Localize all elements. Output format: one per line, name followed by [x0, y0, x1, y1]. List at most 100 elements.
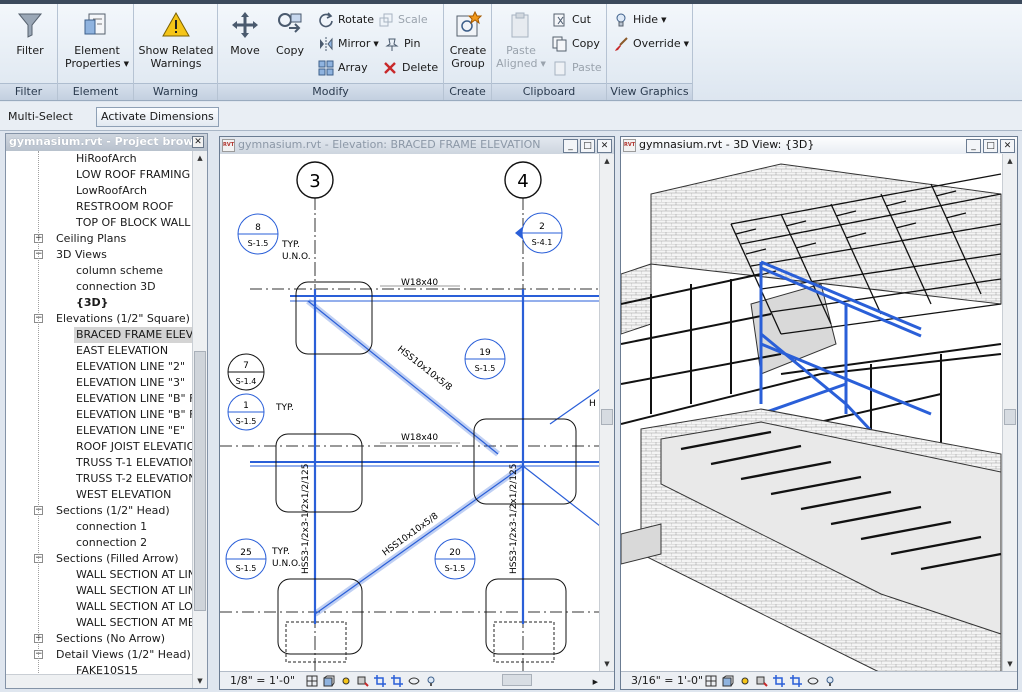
- crop-view-icon[interactable]: [374, 675, 386, 687]
- scroll-up-icon[interactable]: ▲: [600, 154, 614, 168]
- 3d-vertical-scrollbar[interactable]: ▲ ▼: [1002, 154, 1017, 671]
- view-scale[interactable]: 1/8" = 1'-0": [230, 672, 295, 689]
- tree-item[interactable]: column scheme: [74, 263, 165, 279]
- crop-region-icon[interactable]: [391, 675, 403, 687]
- close-button[interactable]: ✕: [1000, 139, 1015, 153]
- filter-button[interactable]: Filter: [8, 10, 52, 57]
- tree-item[interactable]: HiRoofArch: [74, 151, 139, 167]
- copy-button[interactable]: Copy: [270, 10, 310, 57]
- array-button[interactable]: Array: [318, 58, 368, 78]
- tree-item[interactable]: BRACED FRAME ELEVA: [74, 327, 192, 343]
- tree-item[interactable]: WALL SECTION AT LIN: [74, 583, 192, 599]
- tree-category[interactable]: Sections (1/2" Head): [54, 503, 172, 519]
- callout-19[interactable]: 19 S-1.5: [464, 338, 506, 380]
- close-button[interactable]: ✕: [597, 139, 612, 153]
- callout-2-section[interactable]: 2 S-4.1: [515, 212, 563, 254]
- scrollbar-thumb[interactable]: [194, 351, 206, 611]
- tree-item[interactable]: connection 2: [74, 535, 149, 551]
- scrollbar-thumb[interactable]: [1004, 409, 1016, 425]
- mirror-button[interactable]: Mirror ▼: [318, 34, 379, 54]
- callout-20[interactable]: 20 S-1.5: [434, 538, 476, 580]
- tree-item[interactable]: LOW ROOF FRAMING: [74, 167, 192, 183]
- reveal-hidden-icon[interactable]: [824, 675, 836, 687]
- callout-7[interactable]: 7 S-1.4: [227, 353, 265, 391]
- restore-button[interactable]: □: [580, 139, 595, 153]
- visual-style-icon[interactable]: [722, 675, 734, 687]
- tree-category[interactable]: Elevations (1/2" Square): [54, 311, 192, 327]
- delete-button[interactable]: Delete: [382, 58, 438, 78]
- scroll-down-icon[interactable]: ▼: [193, 674, 207, 688]
- detail-level-icon[interactable]: [705, 675, 717, 687]
- minimize-button[interactable]: _: [563, 139, 578, 153]
- visual-style-icon[interactable]: [323, 675, 335, 687]
- tree-item[interactable]: ELEVATION LINE "2": [74, 359, 187, 375]
- restore-button[interactable]: □: [983, 139, 998, 153]
- tree-item[interactable]: RESTROOM ROOF: [74, 199, 176, 215]
- shadows-icon[interactable]: [756, 675, 768, 687]
- tree-item[interactable]: connection 1: [74, 519, 149, 535]
- move-button[interactable]: Move: [226, 10, 264, 57]
- tree-item[interactable]: TRUSS T-2 ELEVATION: [74, 471, 192, 487]
- temp-hide-icon[interactable]: [807, 675, 819, 687]
- crop-view-icon[interactable]: [773, 675, 785, 687]
- pin-button[interactable]: Pin: [384, 34, 420, 54]
- callout-1[interactable]: 1 S-1.5: [227, 393, 265, 431]
- scroll-down-icon[interactable]: ▼: [600, 657, 614, 671]
- scale-button[interactable]: Scale: [378, 10, 428, 30]
- view-scale[interactable]: 3/16" = 1'-0": [631, 672, 703, 689]
- 3d-view-titlebar[interactable]: RVT gymnasium.rvt - 3D View: {3D}: [621, 137, 1017, 154]
- element-properties-button[interactable]: Element Properties ▼: [64, 10, 130, 71]
- detail-level-icon[interactable]: [306, 675, 318, 687]
- tree-item[interactable]: WALL SECTION AT ME: [74, 615, 192, 631]
- tree-item[interactable]: TOP OF BLOCK WALL: [74, 215, 192, 231]
- tree-item[interactable]: WEST ELEVATION: [74, 487, 173, 503]
- cut-button[interactable]: Cut: [552, 10, 591, 30]
- tree-item[interactable]: WALL SECTION AT LOV: [74, 599, 192, 615]
- scrollbar-thumb[interactable]: [601, 409, 613, 425]
- tree-item[interactable]: ROOF JOIST ELEVATIO: [74, 439, 192, 455]
- show-related-warnings-button[interactable]: Show Related Warnings: [136, 10, 216, 70]
- create-group-button[interactable]: Create Group: [448, 10, 488, 70]
- scroll-up-icon[interactable]: ▲: [193, 151, 207, 165]
- sun-path-icon[interactable]: [739, 675, 751, 687]
- browser-vertical-scrollbar[interactable]: ▲ ▼: [192, 151, 207, 688]
- reveal-hidden-icon[interactable]: [425, 675, 437, 687]
- callout-8[interactable]: 8 S-1.5: [237, 213, 279, 255]
- elevation-view-titlebar[interactable]: RVT gymnasium.rvt - Elevation: BRACED FR…: [220, 137, 614, 154]
- tree-category[interactable]: Ceiling Plans: [54, 231, 128, 247]
- elevation-vertical-scrollbar[interactable]: ▲ ▼: [599, 154, 614, 671]
- clipboard-copy-button[interactable]: Copy: [552, 34, 600, 54]
- tree-item[interactable]: ELEVATION LINE "3": [74, 375, 187, 391]
- elevation-drawing[interactable]: 3 4 W18x40 W18x40 HSS10x10x5/8 HSS10x10x…: [220, 154, 600, 673]
- callout-25[interactable]: 25 S-1.5: [225, 538, 267, 580]
- browser-horizontal-scrollbar[interactable]: [6, 674, 192, 688]
- paste-aligned-button[interactable]: Paste Aligned ▼: [496, 10, 546, 71]
- activate-dimensions-button[interactable]: Activate Dimensions: [96, 107, 219, 127]
- elevation-view-window[interactable]: RVT gymnasium.rvt - Elevation: BRACED FR…: [219, 136, 615, 690]
- crop-region-icon[interactable]: [790, 675, 802, 687]
- tree-item[interactable]: {3D}: [74, 295, 110, 311]
- tree-category[interactable]: Detail Views (1/2" Head): [54, 647, 192, 663]
- tree-item[interactable]: WALL SECTION AT LIN: [74, 567, 192, 583]
- tree-category[interactable]: Sections (Filled Arrow): [54, 551, 180, 567]
- tree-item[interactable]: EAST ELEVATION: [74, 343, 170, 359]
- rotate-button[interactable]: Rotate: [318, 10, 374, 30]
- tree-category[interactable]: Sections (No Arrow): [54, 631, 167, 647]
- minimize-button[interactable]: _: [966, 139, 981, 153]
- override-button[interactable]: Override ▼: [613, 34, 689, 54]
- scroll-right-icon[interactable]: ▶: [593, 674, 598, 689]
- tree-item[interactable]: connection 3D: [74, 279, 158, 295]
- tree-item[interactable]: ELEVATION LINE "B" F: [74, 407, 192, 423]
- scroll-up-icon[interactable]: ▲: [1003, 154, 1017, 168]
- 3d-view-window[interactable]: RVT gymnasium.rvt - 3D View: {3D} _□✕: [620, 136, 1018, 690]
- paste-button[interactable]: Paste: [552, 58, 602, 78]
- shadows-icon[interactable]: [357, 675, 369, 687]
- temp-hide-icon[interactable]: [408, 675, 420, 687]
- sun-path-icon[interactable]: [340, 675, 352, 687]
- tree-item[interactable]: TRUSS T-1 ELEVATION: [74, 455, 192, 471]
- tree-item[interactable]: ELEVATION LINE "B" F: [74, 391, 192, 407]
- tree-item[interactable]: ELEVATION LINE "E": [74, 423, 187, 439]
- scroll-down-icon[interactable]: ▼: [1003, 657, 1017, 671]
- hide-button[interactable]: Hide ▼: [613, 10, 666, 30]
- 3d-model-canvas[interactable]: [621, 154, 1003, 673]
